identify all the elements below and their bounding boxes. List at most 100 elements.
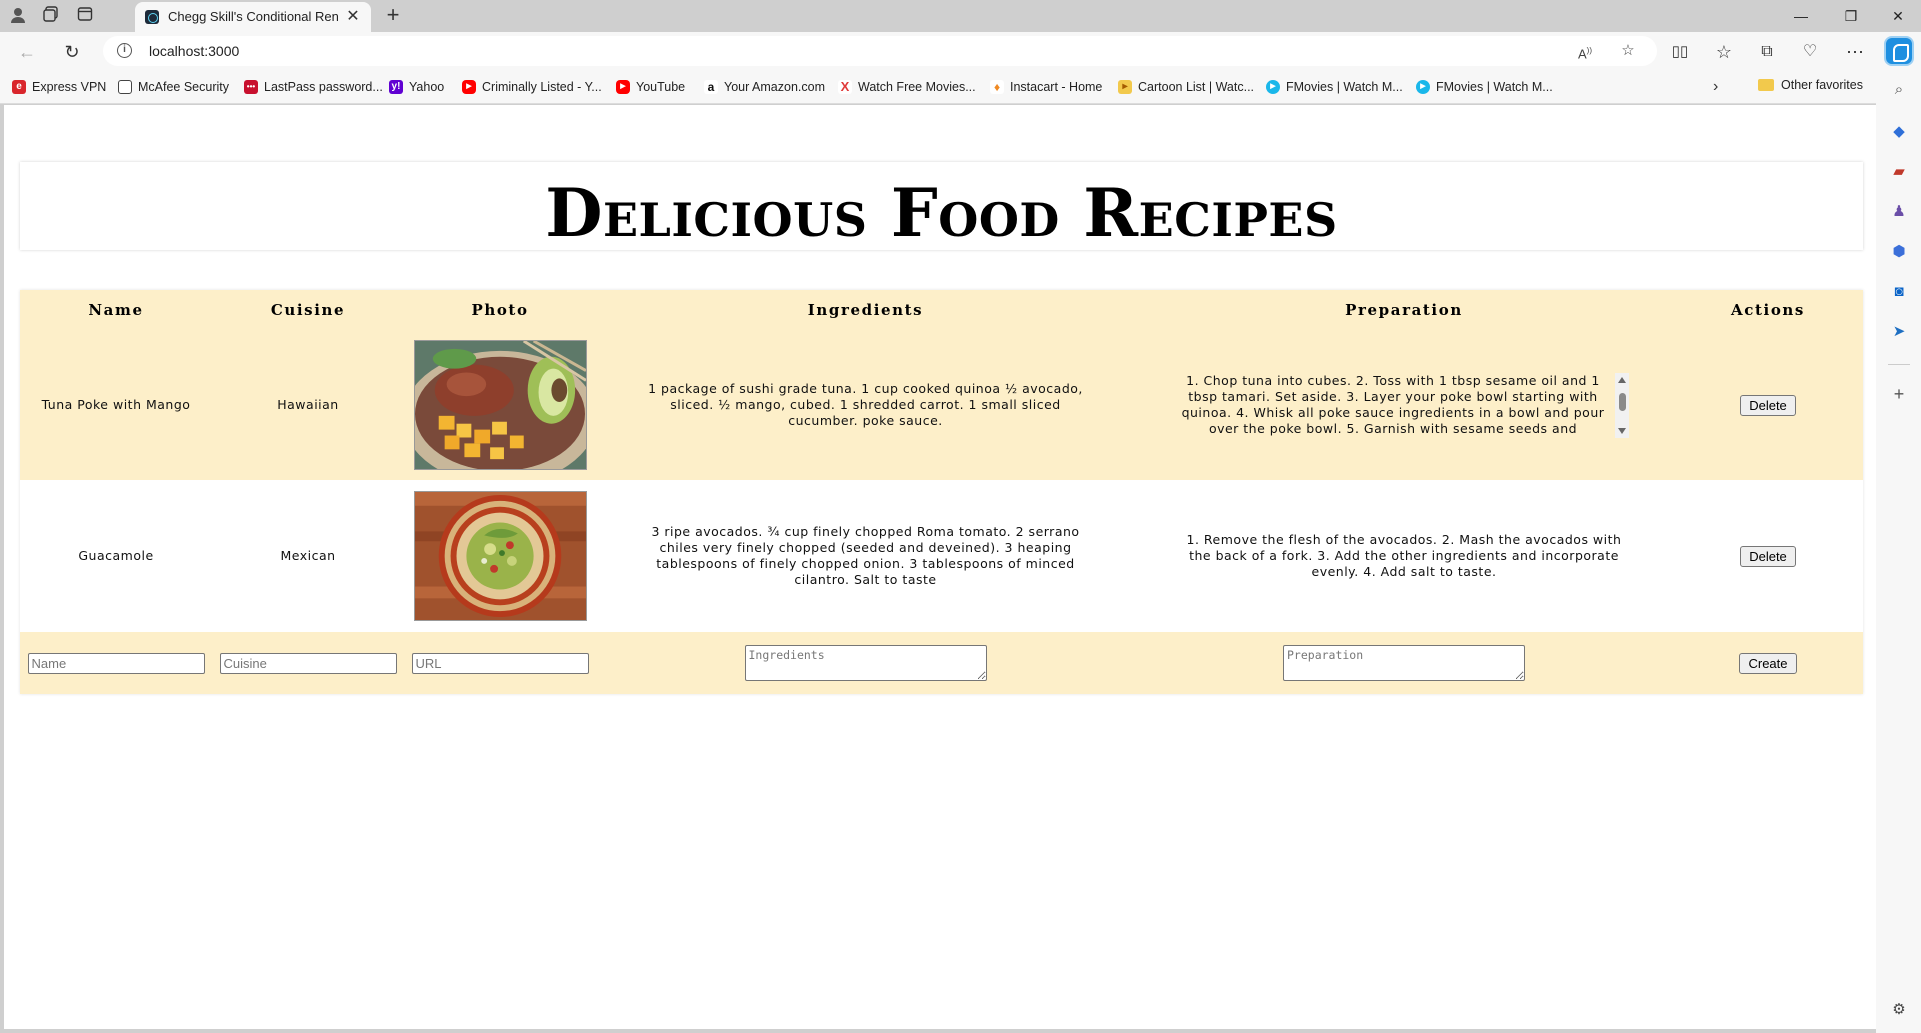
url-text[interactable]: localhost:3000 [149,43,239,59]
scroll-thumb[interactable] [1619,392,1626,411]
send-icon[interactable]: ➤ [1889,322,1909,342]
collections-icon[interactable]: ⧉ [1755,40,1779,64]
chevron-right-icon[interactable]: › [1713,78,1718,96]
bookmark-item[interactable]: ▶ YouTube [616,78,685,96]
create-button[interactable]: Create [1739,652,1797,674]
tab-title: Chegg Skill's Conditional Render [168,9,338,24]
recipe-actions-cell: Delete [1673,330,1863,480]
tab-close-icon[interactable]: ✕ [343,7,363,27]
recipe-ingredients-cell: 3 ripe avocados. ¾ cup finely chopped Ro… [596,480,1135,632]
folder-play-icon: ▸ [1118,80,1132,94]
recipe-name: Tuna Poke with Mango [20,330,212,480]
active-tab[interactable]: Chegg Skill's Conditional Render ✕ [135,2,371,32]
bookmark-label: Watch Free Movies... [858,80,976,94]
browser-toolbar: ← ↻ i localhost:3000 A)) ☆ ▯▯ ☆ ⧉ ♡ ⋯ [0,32,1921,70]
new-tab-button[interactable]: + [382,4,404,27]
youtube-icon: ▶ [462,80,476,94]
favorites-icon[interactable]: ☆ [1712,40,1736,64]
bookmark-label: Your Amazon.com [724,80,825,94]
bookmark-label: Cartoon List | Watc... [1138,80,1255,94]
settings-more-icon[interactable]: ⋯ [1843,40,1867,64]
recipe-photo-cell [404,480,596,632]
column-header-photo: Photo [404,290,596,330]
name-input[interactable] [27,652,205,674]
refresh-button[interactable]: ↻ [60,40,84,64]
recipe-cuisine: Hawaiian [212,330,404,480]
scroll-down-arrow-icon[interactable] [1618,427,1626,434]
amazon-icon: a [704,80,718,94]
search-icon[interactable]: ⌕ [1889,80,1909,100]
bookmark-item[interactable]: ♦ Instacart - Home [990,78,1102,96]
bookmark-label: Express VPN [32,80,107,94]
recipe-preparation-cell: 1. Chop tuna into cubes. 2. Toss with 1 … [1135,330,1673,480]
scroll-up-arrow-icon[interactable] [1618,376,1626,383]
expressvpn-icon: e [12,80,26,94]
recipe-ingredients: 3 ripe avocados. ¾ cup finely chopped Ro… [651,524,1080,587]
recipe-preparation-cell: 1. Remove the flesh of the avocados. 2. … [1135,480,1673,632]
bookmark-label: McAfee Security [138,80,230,94]
recipe-preparation: 1. Remove the flesh of the avocados. 2. … [1186,532,1622,579]
bookmark-item[interactable]: ▶ Criminally Listed - Y... [462,78,602,96]
bookmark-item[interactable]: e Express VPN [12,78,106,96]
bookmark-item[interactable]: ••• LastPass password... [244,78,383,96]
games-icon[interactable]: ♟ [1889,202,1909,222]
cuisine-input[interactable] [219,652,397,674]
scrollbar[interactable] [1615,372,1629,438]
gear-icon[interactable]: ⚙ [1889,1000,1909,1020]
microsoft365-icon[interactable]: ⬢ [1889,242,1909,262]
recipe-actions-cell: Delete [1673,480,1863,632]
page-viewport: Delicious Food Recipes Name Cuisine Phot… [4,105,1876,1029]
address-bar[interactable]: i localhost:3000 A)) ☆ [103,36,1657,66]
page-icon [118,80,132,94]
column-header-preparation: Preparation [1135,290,1673,330]
yahoo-icon: y! [389,80,403,94]
restore-button[interactable]: ❐ [1836,4,1866,28]
recipe-preparation-scrollbox[interactable]: 1. Chop tuna into cubes. 2. Toss with 1 … [1179,372,1629,438]
table-header-row: Name Cuisine Photo Ingredients Preparati… [20,290,1863,330]
tools-briefcase-icon[interactable]: ▰ [1889,162,1909,182]
favorite-star-icon[interactable]: ☆ [1618,41,1638,61]
read-aloud-icon[interactable]: A)) [1575,41,1595,61]
site-info-icon[interactable]: i [117,43,132,58]
bookmark-item[interactable]: ▶ FMovies | Watch M... [1266,78,1403,96]
browser-essentials-icon[interactable]: ♡ [1798,40,1822,64]
folder-icon [1758,79,1774,91]
close-window-button[interactable]: ✕ [1883,4,1913,28]
other-favorites-folder[interactable]: Other favorites [1758,78,1863,92]
outlook-icon[interactable]: ◙ [1889,282,1909,302]
preparation-textarea[interactable] [1283,645,1525,681]
column-header-actions: Actions [1673,290,1863,330]
bookmark-item[interactable]: a Your Amazon.com [704,78,825,96]
split-screen-icon[interactable]: ▯▯ [1668,40,1692,64]
bookmark-item[interactable]: y! Yahoo [389,78,444,96]
add-icon[interactable]: + [1889,384,1909,404]
page-title: Delicious Food Recipes [545,174,1338,252]
back-button[interactable]: ← [15,40,39,64]
table-row: Tuna Poke with Mango Hawaiian 1 package … [20,330,1863,480]
bookmark-item[interactable]: X Watch Free Movies... [838,78,976,96]
guacamole-photo [413,491,587,621]
delete-button[interactable]: Delete [1740,394,1796,416]
bookmark-label: Instacart - Home [1010,80,1103,94]
play-circle-icon: ▶ [1266,80,1280,94]
recipe-name: Guacamole [20,480,212,632]
copilot-icon[interactable] [1884,36,1914,66]
bookmark-item[interactable]: ▶ FMovies | Watch M... [1416,78,1553,96]
url-input[interactable] [411,652,589,674]
recipe-cuisine: Mexican [212,480,404,632]
workspaces-icon[interactable] [41,6,61,26]
lastpass-icon: ••• [244,80,258,94]
play-circle-icon: ▶ [1416,80,1430,94]
table-row: Guacamole Mexican 3 ripe avocados. ¾ cup… [20,480,1863,632]
shopping-tag-icon[interactable]: ◆ [1889,122,1909,142]
ingredients-textarea[interactable] [744,645,987,681]
minimize-button[interactable]: — [1786,4,1816,28]
delete-button[interactable]: Delete [1740,545,1796,567]
bookmark-item[interactable]: McAfee Security [118,78,229,96]
bookmark-label: FMovies | Watch M... [1286,80,1403,94]
bookmark-item[interactable]: ▸ Cartoon List | Watc... [1118,78,1254,96]
column-header-ingredients: Ingredients [596,290,1135,330]
profile-icon[interactable] [8,6,28,26]
edge-sidebar: ⌕ ◆ ▰ ♟ ⬢ ◙ ➤ + ⚙ [1876,32,1921,1033]
tab-actions-icon[interactable] [75,6,95,26]
